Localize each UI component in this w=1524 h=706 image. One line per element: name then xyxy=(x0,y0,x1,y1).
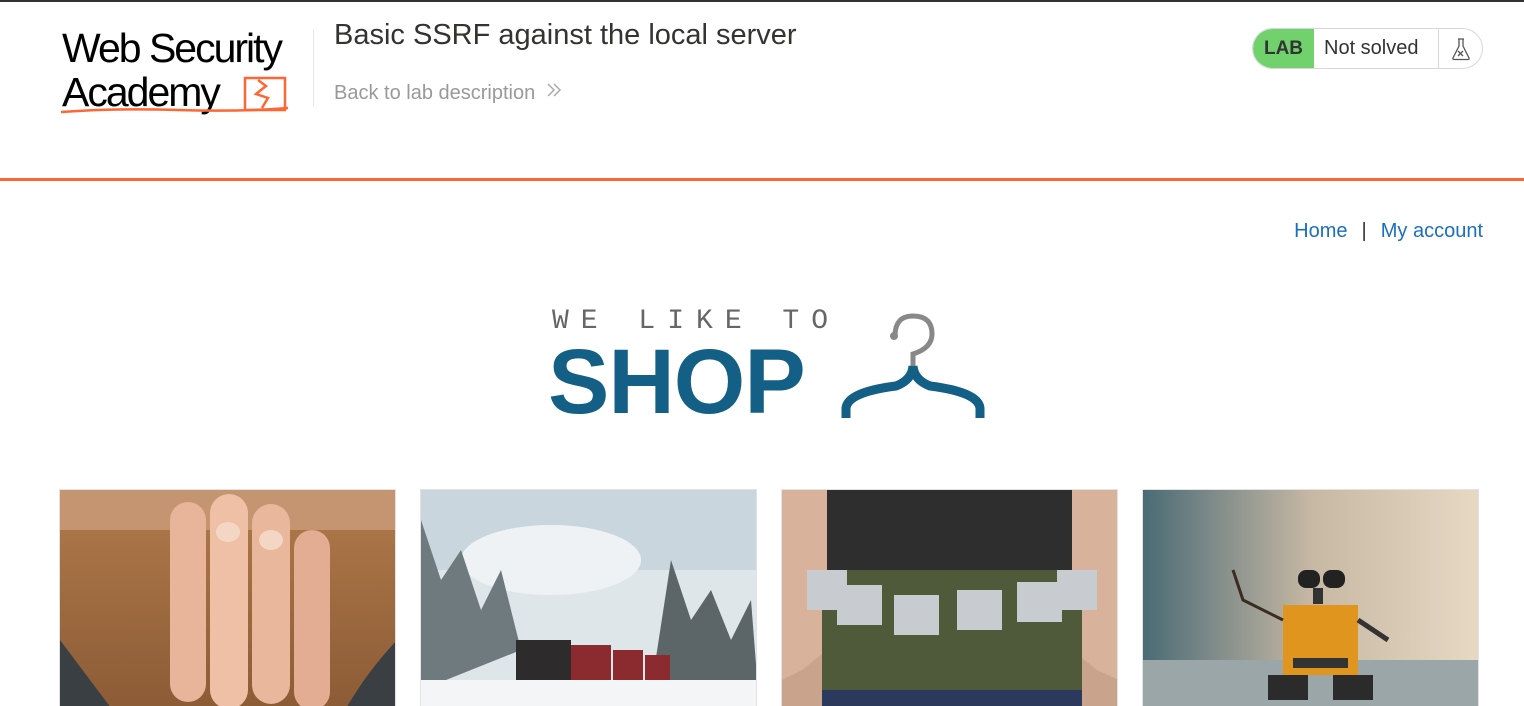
nav-home-link[interactable]: Home xyxy=(1294,220,1347,243)
top-border xyxy=(0,0,1524,2)
double-chevron-right-icon xyxy=(545,81,563,105)
web-security-academy-logo[interactable]: Web Security Academy xyxy=(58,24,310,120)
back-to-lab-description-link[interactable]: Back to lab description xyxy=(334,81,563,105)
top-nav: Home | My account xyxy=(1294,220,1483,243)
product-card[interactable] xyxy=(1142,489,1479,706)
nav-my-account-link[interactable]: My account xyxy=(1381,220,1483,243)
flask-icon xyxy=(1438,29,1482,68)
header-accent-rule xyxy=(0,178,1524,181)
nav-separator: | xyxy=(1361,220,1367,242)
lab-badge: LAB xyxy=(1253,29,1314,68)
product-image-bearded-man xyxy=(60,490,395,706)
product-image-steam-train xyxy=(421,490,756,706)
product-image-robot-toy xyxy=(1143,490,1478,706)
product-grid xyxy=(59,489,1479,706)
product-card[interactable] xyxy=(59,489,396,706)
header-divider xyxy=(313,30,314,106)
logo-mark-icon xyxy=(60,76,289,114)
product-card[interactable] xyxy=(420,489,757,706)
back-link-label: Back to lab description xyxy=(334,81,536,104)
product-card[interactable] xyxy=(781,489,1118,706)
hanger-icon xyxy=(841,313,985,418)
product-image-beer-belt xyxy=(782,490,1117,706)
lab-status-widget: LAB Not solved xyxy=(1252,28,1483,69)
shop-banner: WE LIKE TO SHOP xyxy=(548,306,998,433)
banner-title: SHOP xyxy=(548,331,806,433)
lab-title: Basic SSRF against the local server xyxy=(334,19,797,51)
lab-status-text: Not solved xyxy=(1324,37,1419,59)
